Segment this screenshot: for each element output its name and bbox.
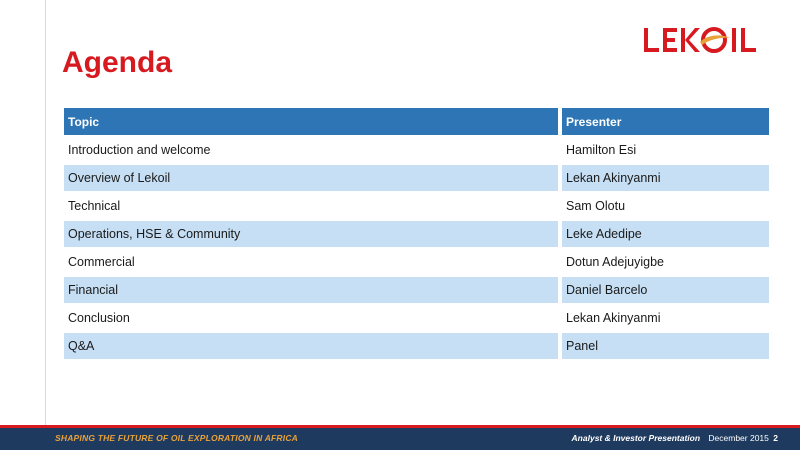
presenter-cell: Panel [562, 333, 769, 359]
presenter-cell: Hamilton Esi [566, 143, 637, 157]
header-presenter: Presenter [562, 108, 769, 135]
presenter-cell: Sam Olotu [566, 199, 626, 213]
lekoil-logo [644, 27, 756, 53]
table-row: Financial Daniel Barcelo [64, 277, 769, 303]
left-margin-line [45, 0, 46, 425]
table-row: Introduction and welcome Hamilton Esi [64, 137, 769, 163]
table-row: Q&A Panel [64, 333, 769, 359]
topic-cell: Q&A [64, 333, 558, 359]
topic-cell: Introduction and welcome [68, 143, 211, 157]
table-row: Commercial Dotun Adejuyigbe [64, 249, 769, 275]
footer-info: Analyst & Investor Presentation December… [572, 433, 778, 443]
page-title: Agenda [62, 46, 173, 79]
presentation-name: Analyst & Investor Presentation [571, 433, 701, 443]
footer-tagline: SHAPING THE FUTURE OF OIL EXPLORATION IN… [55, 433, 298, 443]
table-header-row: Topic Presenter [64, 108, 769, 135]
topic-cell: Conclusion [68, 311, 130, 325]
agenda-table: Topic Presenter Introduction and welcome… [60, 106, 773, 361]
presenter-cell: Lekan Akinyanmi [562, 165, 769, 191]
slide: Agenda Topic Presenter Introduction and … [0, 0, 800, 450]
topic-cell: Financial [64, 277, 558, 303]
topic-cell: Operations, HSE & Community [64, 221, 558, 247]
presentation-date: December 2015 [708, 433, 769, 443]
table-row: Conclusion Lekan Akinyanmi [64, 305, 769, 331]
header-topic: Topic [64, 108, 558, 135]
topic-cell: Commercial [68, 255, 135, 269]
presenter-cell: Daniel Barcelo [562, 277, 769, 303]
table-row: Operations, HSE & Community Leke Adedipe [64, 221, 769, 247]
presenter-cell: Dotun Adejuyigbe [566, 255, 664, 269]
topic-cell: Technical [68, 199, 121, 213]
topic-cell: Overview of Lekoil [64, 165, 558, 191]
presenter-cell: Leke Adedipe [562, 221, 769, 247]
page-number: 2 [773, 433, 778, 443]
footer-bar: SHAPING THE FUTURE OF OIL EXPLORATION IN… [0, 425, 800, 450]
presenter-cell: Lekan Akinyanmi [566, 311, 661, 325]
table-row: Technical Sam Olotu [64, 193, 769, 219]
table-row: Overview of Lekoil Lekan Akinyanmi [64, 165, 769, 191]
